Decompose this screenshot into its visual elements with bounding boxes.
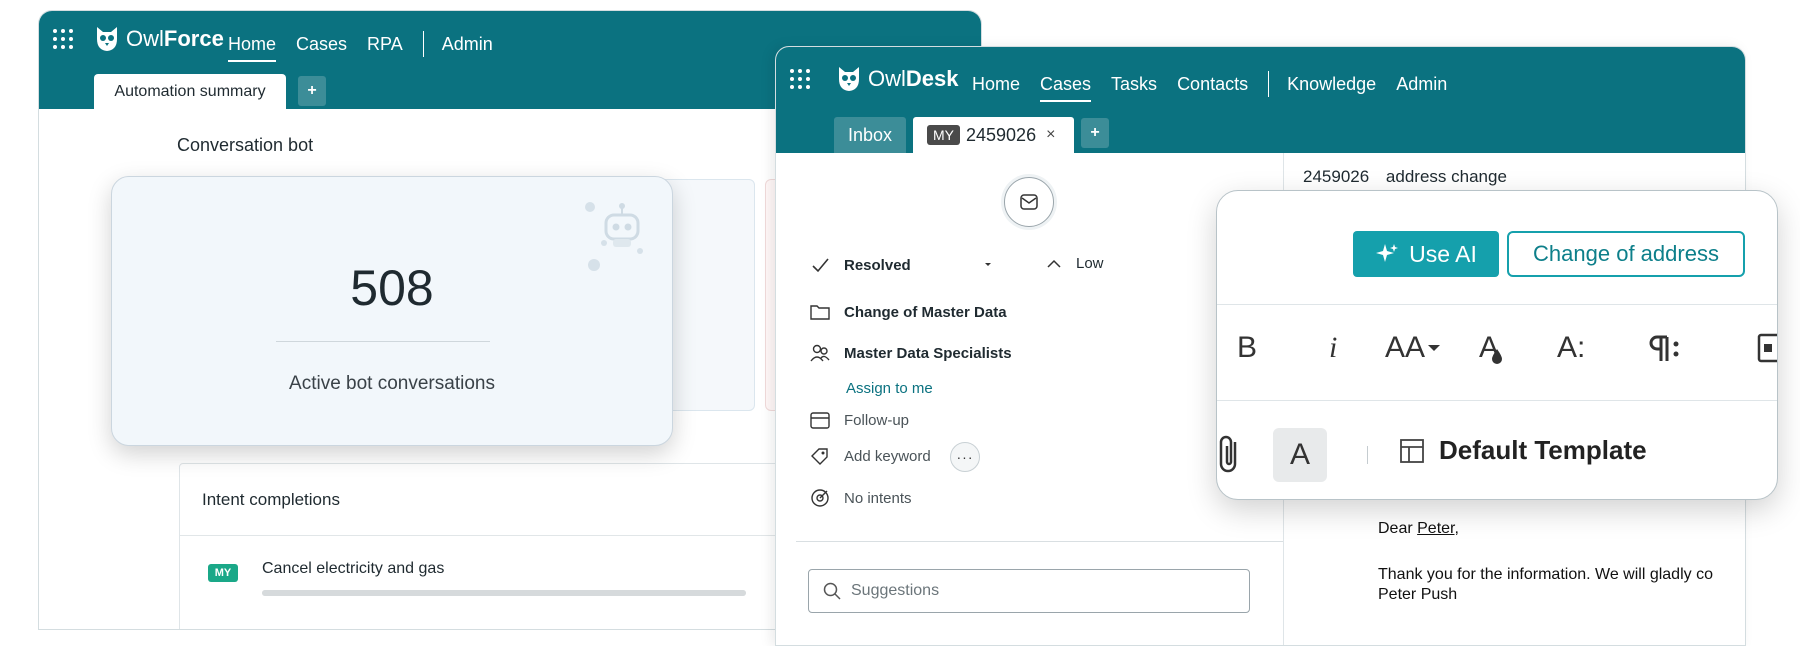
chevron-down-icon: [1428, 345, 1441, 351]
nav-admin[interactable]: Admin: [1396, 74, 1447, 95]
active-bot-conversations-card: 508 Active bot conversations: [111, 176, 673, 446]
tab-automation-summary[interactable]: Automation summary: [94, 74, 286, 110]
italic-button[interactable]: i: [1329, 326, 1337, 370]
text-style-button[interactable]: A:: [1557, 326, 1585, 370]
nav-separator: [1268, 71, 1270, 97]
add-tab-button[interactable]: +: [1081, 118, 1109, 148]
followup-field[interactable]: Follow-up: [810, 411, 909, 429]
font-format-button[interactable]: A: [1273, 428, 1327, 482]
app-launcher-icon[interactable]: [790, 69, 810, 89]
priority-field[interactable]: Low: [1046, 255, 1104, 272]
template-icon: [1400, 438, 1424, 463]
font-size-button[interactable]: AA: [1385, 326, 1441, 370]
suggestions-search-input[interactable]: Suggestions: [808, 569, 1250, 613]
more-options-button[interactable]: ···: [950, 442, 980, 472]
logo-text: OwlDesk: [868, 66, 959, 91]
attach-button[interactable]: [1217, 432, 1243, 476]
team-icon: [810, 344, 830, 362]
change-of-address-template-button[interactable]: Change of address: [1507, 231, 1745, 277]
assign-to-me-link[interactable]: Assign to me: [846, 380, 933, 397]
status-field[interactable]: Resolved: [810, 255, 1007, 275]
nav-contacts[interactable]: Contacts: [1177, 74, 1248, 95]
target-icon: [811, 489, 829, 507]
nav-home[interactable]: Home: [228, 34, 277, 62]
folder-icon: [810, 305, 830, 320]
paperclip-icon: [1219, 435, 1237, 473]
case-tab-number: 2459026: [966, 124, 1037, 145]
owldesk-logo[interactable]: OwlDesk: [836, 65, 958, 93]
default-template-button[interactable]: Default Template: [1399, 435, 1647, 466]
keyword-field[interactable]: Add keyword: [810, 447, 931, 465]
team-field[interactable]: Master Data Specialists: [810, 344, 1012, 362]
toolbar-separator: [1367, 446, 1368, 464]
nav-tasks[interactable]: Tasks: [1111, 74, 1157, 95]
search-icon: [823, 582, 841, 600]
divider: [1217, 304, 1777, 305]
tag-icon: [811, 448, 828, 465]
intent-progress-bar: [262, 590, 746, 596]
email-greeting: Dear Peter,: [1378, 520, 1459, 537]
nav-separator: [422, 31, 424, 57]
intent-completions-title: Intent completions: [202, 490, 340, 509]
bold-button[interactable]: B: [1237, 326, 1257, 370]
case-subject: address change: [1385, 167, 1507, 186]
tab-inbox[interactable]: Inbox: [834, 117, 906, 153]
owldesk-nav: Home Cases Tasks Contacts Knowledge Admi…: [972, 71, 1467, 102]
owl-logo-icon: [97, 27, 117, 51]
email-signature: Peter Push: [1378, 586, 1458, 603]
bot-conversations-label: Active bot conversations: [289, 373, 495, 394]
divider: [796, 541, 1283, 542]
section-title: Conversation bot: [177, 135, 314, 155]
text-color-button[interactable]: A: [1479, 326, 1503, 370]
case-id: 2459026: [1303, 167, 1370, 186]
case-heading: 2459026 address change: [1303, 167, 1519, 187]
category-field[interactable]: Change of Master Data: [810, 303, 1007, 321]
editor-toolbar-card: Use AI Change of address B i AA A A: A D…: [1216, 190, 1778, 500]
nav-cases[interactable]: Cases: [296, 34, 347, 55]
nav-cases[interactable]: Cases: [1040, 74, 1092, 102]
divider: [1217, 400, 1777, 401]
bot-conversations-value: 508: [350, 260, 434, 316]
nav-knowledge[interactable]: Knowledge: [1287, 74, 1376, 95]
chevron-up-icon: [1047, 259, 1061, 268]
email-channel-icon: [1004, 177, 1054, 227]
nav-rpa[interactable]: RPA: [367, 34, 403, 55]
sparkle-icon: [1376, 244, 1399, 262]
droplet-icon: [1492, 349, 1503, 364]
owlforce-logo[interactable]: OwlForce: [94, 25, 224, 53]
divider: [276, 341, 490, 342]
paragraph-button[interactable]: [1649, 326, 1685, 370]
nav-home[interactable]: Home: [972, 74, 1020, 95]
contact-card-button[interactable]: [1757, 326, 1777, 370]
my-badge: MY: [927, 125, 960, 145]
chevron-down-icon: [984, 263, 991, 266]
paragraph-icon: [1649, 335, 1679, 361]
tab-case[interactable]: MY 2459026 ×: [913, 117, 1074, 153]
app-launcher-icon[interactable]: [53, 29, 73, 49]
intents-field[interactable]: No intents: [810, 488, 912, 508]
owldesk-header: OwlDesk Home Cases Tasks Contacts Knowle…: [776, 47, 1745, 153]
close-tab-icon[interactable]: ×: [1046, 126, 1055, 144]
my-badge: MY: [208, 564, 238, 582]
calendar-icon: [810, 412, 830, 429]
contact-card-icon: [1757, 333, 1777, 363]
use-ai-button[interactable]: Use AI: [1353, 231, 1499, 277]
intent-item-label[interactable]: Cancel electricity and gas: [262, 560, 444, 578]
intent-progress-fill: [262, 590, 746, 596]
logo-text: OwlForce: [126, 26, 224, 51]
check-icon: [812, 258, 829, 273]
nav-admin[interactable]: Admin: [442, 34, 493, 55]
owl-logo-icon: [839, 67, 859, 91]
email-line: Thank you for the information. We will g…: [1378, 566, 1713, 583]
owlforce-nav: Home Cases RPA Admin: [228, 31, 513, 62]
add-tab-button[interactable]: +: [298, 76, 326, 106]
